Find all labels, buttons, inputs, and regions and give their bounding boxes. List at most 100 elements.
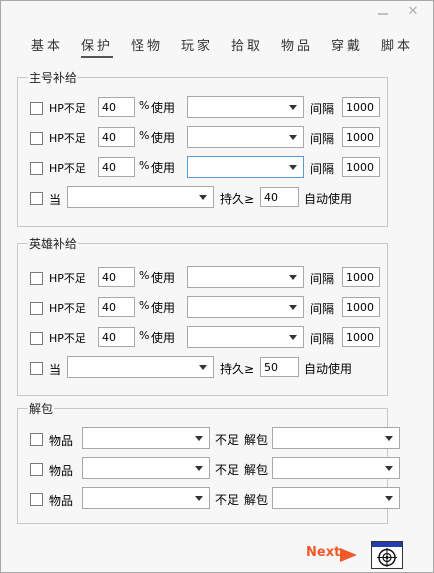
percent-label: % [139,299,150,312]
tab-items[interactable]: 物品 [281,35,313,54]
interval-label: 间隔 [310,272,335,286]
percent-label: % [139,269,150,282]
interval-input[interactable]: 1000 [342,327,380,347]
insufficient-label: 不足 [215,433,240,447]
hero-supply-legend: 英雄补给 [28,235,79,252]
use-label: 使用 [151,271,176,285]
target-logo-icon[interactable] [371,541,403,569]
unpack-item-dropdown[interactable] [82,427,210,449]
main-supply-group: 主号补给 HP不足 40 % 使用 间隔 1000 HP不足 40 % 使用 间… [17,69,388,227]
unpack-checkbox[interactable] [30,493,43,506]
percent-label: % [139,329,150,342]
item-dropdown[interactable] [187,266,304,288]
hp-threshold-input[interactable]: 40 [98,267,135,287]
item-dropdown[interactable] [187,326,304,348]
unpack-group: 解包 物品 不足 解包 物品 不足 解包 物品 不足 解包 [17,400,400,524]
unpack-label: 解包 [244,463,269,477]
unpack-checkbox[interactable] [30,463,43,476]
unpack-label: 解包 [244,433,269,447]
chevron-down-icon [195,496,203,501]
hp-threshold-input[interactable]: 40 [98,157,135,177]
durability-input[interactable]: 50 [260,357,299,377]
use-label: 使用 [151,301,176,315]
percent-label: % [139,99,150,112]
auto-use-label: 自动使用 [304,192,353,206]
durability-checkbox[interactable] [30,362,43,375]
minimize-icon[interactable] [373,4,393,20]
hp-checkbox[interactable] [30,132,43,145]
unpack-target-dropdown[interactable] [272,487,400,509]
hp-threshold-input[interactable]: 40 [98,97,135,117]
hp-checkbox[interactable] [30,332,43,345]
item-label: 物品 [49,494,74,508]
durability-label: 持久≥ [220,362,255,376]
durability-item-dropdown[interactable] [67,356,214,378]
chevron-down-icon [195,466,203,471]
insufficient-label: 不足 [215,493,240,507]
unpack-item-dropdown[interactable] [82,457,210,479]
crosshair-icon [377,548,397,567]
chevron-down-icon [385,436,393,441]
durability-checkbox[interactable] [30,192,43,205]
item-label: 物品 [49,434,74,448]
use-label: 使用 [151,161,176,175]
hp-label: HP不足 [49,132,86,145]
tab-monster[interactable]: 怪物 [131,35,163,54]
chevron-down-icon [289,335,297,340]
percent-label: % [139,159,150,172]
tab-basic[interactable]: 基本 [31,35,63,54]
item-dropdown[interactable] [187,156,304,178]
title-bar: ✕ [1,1,433,25]
unpack-item-dropdown[interactable] [82,487,210,509]
hp-threshold-input[interactable]: 40 [98,297,135,317]
interval-input[interactable]: 1000 [342,267,380,287]
unpack-target-dropdown[interactable] [272,457,400,479]
hp-checkbox[interactable] [30,162,43,175]
hp-checkbox[interactable] [30,272,43,285]
auto-use-label: 自动使用 [304,362,353,376]
hp-checkbox[interactable] [30,302,43,315]
interval-label: 间隔 [310,332,335,346]
chevron-down-icon [385,466,393,471]
interval-input[interactable]: 1000 [342,297,380,317]
next-link[interactable]: Next [306,545,340,560]
tab-pickup[interactable]: 拾取 [231,35,263,54]
interval-label: 间隔 [310,132,335,146]
app-window: ✕ 基本 保护 怪物 玩家 拾取 物品 穿戴 脚本 主号补给 HP不足 40 %… [0,0,434,573]
tab-protect[interactable]: 保护 [81,35,114,58]
tab-equip[interactable]: 穿戴 [331,35,363,54]
hp-label: HP不足 [49,302,86,315]
unpack-checkbox[interactable] [30,433,43,446]
durability-input[interactable]: 40 [260,187,299,207]
hp-threshold-input[interactable]: 40 [98,327,135,347]
item-dropdown[interactable] [187,96,304,118]
insufficient-label: 不足 [215,463,240,477]
interval-input[interactable]: 1000 [342,97,380,117]
chevron-down-icon [289,275,297,280]
chevron-down-icon [195,436,203,441]
tab-script[interactable]: 脚本 [381,35,413,54]
chevron-down-icon [289,105,297,110]
interval-input[interactable]: 1000 [342,127,380,147]
unpack-target-dropdown[interactable] [272,427,400,449]
unpack-legend: 解包 [28,400,55,417]
interval-label: 间隔 [310,302,335,316]
tab-bar: 基本 保护 怪物 玩家 拾取 物品 穿戴 脚本 [1,35,433,59]
tab-player[interactable]: 玩家 [181,35,213,54]
percent-label: % [139,129,150,142]
when-label: 当 [49,193,62,207]
hp-checkbox[interactable] [30,102,43,115]
hp-label: HP不足 [49,102,86,115]
when-label: 当 [49,363,62,377]
use-label: 使用 [151,131,176,145]
interval-input[interactable]: 1000 [342,157,380,177]
hp-label: HP不足 [49,272,86,285]
item-dropdown[interactable] [187,296,304,318]
hp-threshold-input[interactable]: 40 [98,127,135,147]
item-dropdown[interactable] [187,126,304,148]
chevron-down-icon [199,195,207,200]
durability-item-dropdown[interactable] [67,186,214,208]
chevron-down-icon [289,165,297,170]
close-icon[interactable]: ✕ [403,4,423,20]
arrow-right-icon[interactable] [340,548,357,562]
